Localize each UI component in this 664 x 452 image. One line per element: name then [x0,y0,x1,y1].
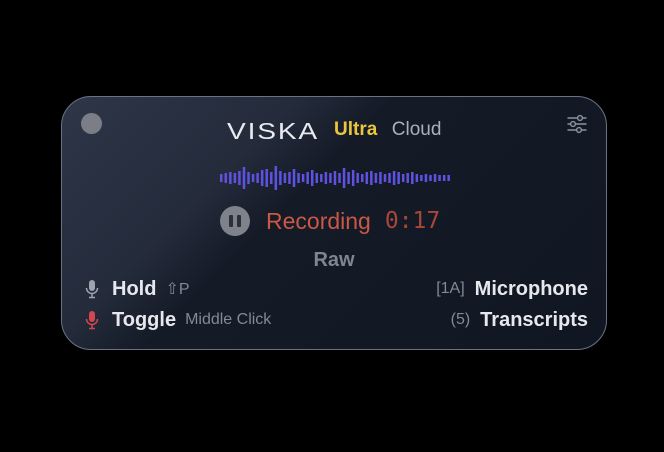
recorder-widget: VISKA Ultra Cloud Recording 0:17 Raw Hol… [61,96,607,350]
waveform-bar [356,173,359,183]
waveform-bar [351,170,355,186]
microphone-key: [1A] [436,280,465,297]
waveform-bar [420,175,423,181]
waveform-bar [447,175,450,181]
viska-logo: VISKA [227,119,319,141]
recording-timer: 0:17 [384,208,441,234]
waveform-bar [224,173,228,183]
waveform-bar [361,174,364,182]
waveform-bar [251,174,255,182]
hold-label: Hold [112,277,157,300]
toggle-shortcut[interactable]: Toggle Middle Click [84,307,271,333]
waveform-bar [283,173,287,183]
toggle-key: Middle Click [185,311,272,328]
toggle-label: Toggle [112,308,177,331]
waveform-bar [220,174,223,182]
recording-label: Recording [266,207,371,234]
waveform-bar [370,171,373,185]
microphone-selector[interactable]: [1A] Microphone [436,276,588,302]
waveform-bar [329,173,332,183]
waveform-bar [247,172,250,184]
audio-waveform [220,166,450,190]
waveform-bar [301,174,305,182]
waveform-bar [342,168,346,188]
waveform-bar [392,171,396,185]
waveform-bar [238,171,241,185]
waveform-bar [288,172,291,184]
waveform-bar [406,173,410,183]
transcripts-label: Transcripts [480,308,588,331]
waveform-bar [429,175,432,181]
cloud-mode-label: Cloud [391,119,442,140]
recording-status: Recording 0:17 [220,205,440,237]
waveform-bar [274,166,278,190]
waveform-bar [388,173,391,183]
waveform-bar [338,173,341,183]
waveform-bar [433,174,437,182]
waveform-bar [233,173,237,183]
brand-header: VISKA Ultra Cloud [62,119,606,141]
waveform-bar [333,171,337,185]
waveform-bar [347,172,350,184]
waveform-bar [374,173,378,183]
pause-icon [229,215,233,227]
waveform-bar [401,174,405,182]
waveform-bar [438,175,441,181]
waveform-bar [270,172,273,184]
hold-shortcut[interactable]: Hold ⇧P [84,276,190,302]
waveform-bar [315,173,319,183]
waveform-bar [229,172,232,184]
transcripts-count: (5) [450,311,471,328]
waveform-bar [411,172,414,184]
waveform-bar [320,174,323,182]
waveform-bar [242,167,246,189]
svg-text:VISKA: VISKA [227,119,319,141]
waveform-bar [260,170,264,186]
waveform-bar [297,173,300,183]
hold-key: ⇧P [165,281,190,298]
microphone-label: Microphone [474,277,588,300]
waveform-bar [279,171,282,185]
waveform-bar [324,172,328,184]
transcripts-selector[interactable]: (5) Transcripts [451,307,588,333]
microphone-icon [85,280,99,299]
waveform-bar [292,169,296,187]
waveform-bar [256,173,259,183]
microphone-active-icon [85,311,99,330]
waveform-bar [442,175,446,181]
waveform-bar [424,174,428,182]
waveform-bar [306,172,309,184]
pause-button[interactable] [220,206,250,236]
waveform-bar [379,172,382,184]
waveform-bar [365,172,369,184]
waveform-bar [265,169,268,187]
waveform-bar [397,172,400,184]
waveform-bar [415,174,419,182]
waveform-bar [383,174,387,182]
plan-tier-label: Ultra [334,119,378,140]
waveform-bar [310,170,314,186]
output-mode-button[interactable]: Raw [62,249,606,272]
